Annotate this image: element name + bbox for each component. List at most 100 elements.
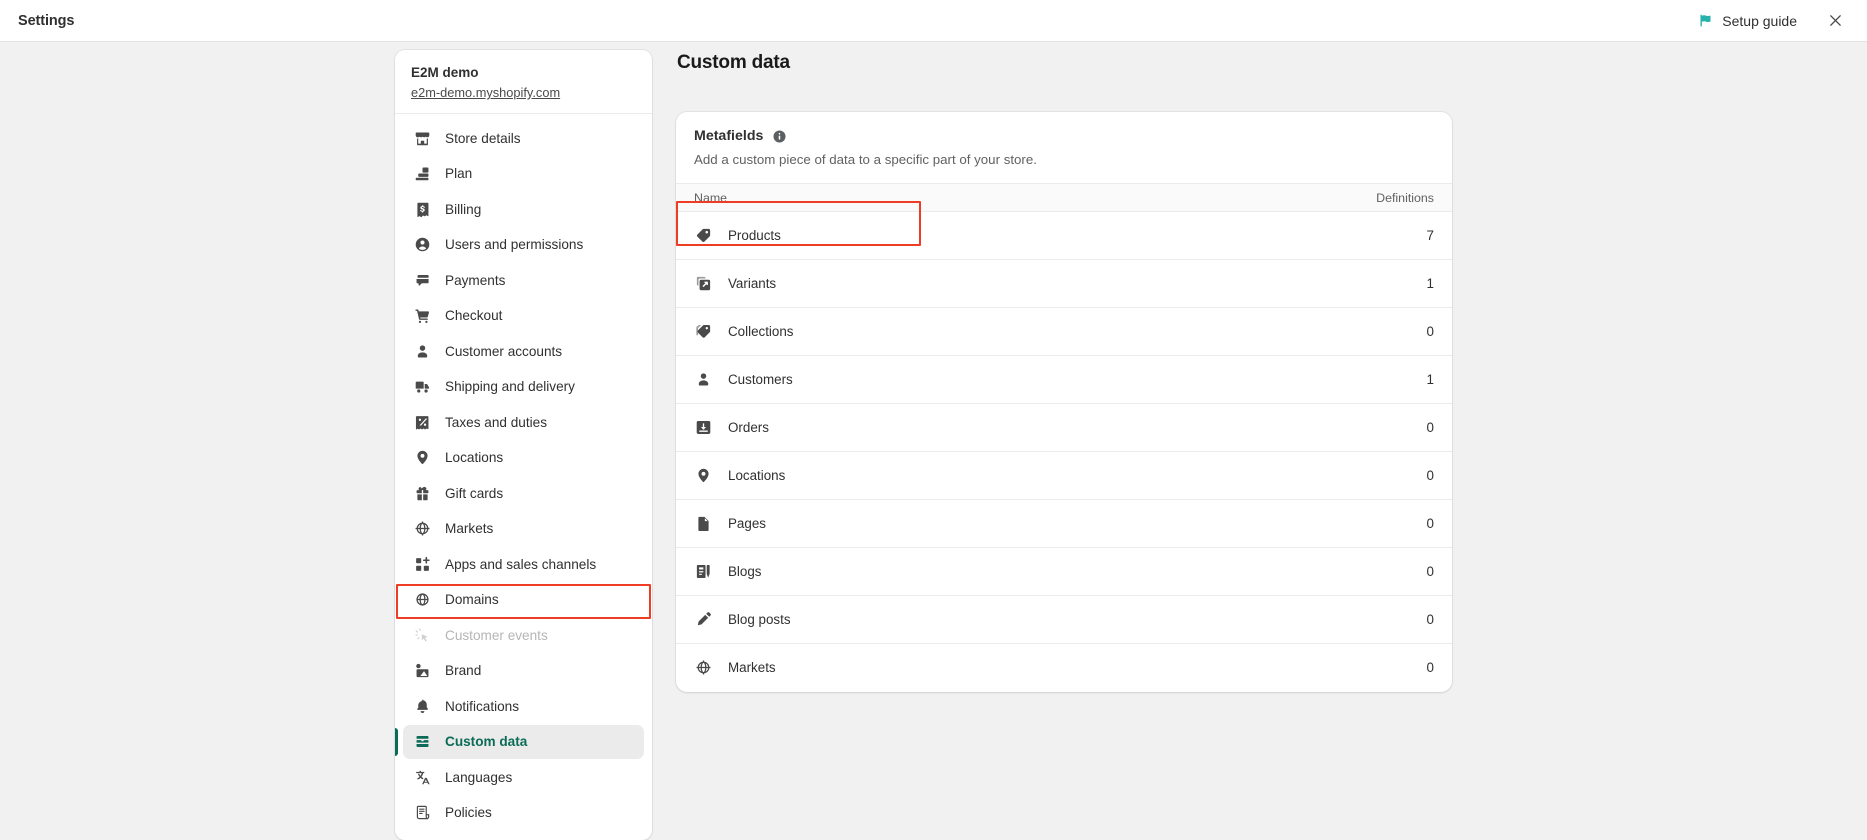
table-row[interactable]: Collections 0 [676,308,1452,356]
plan-icon [413,164,432,183]
row-label: Products [728,228,781,243]
percent-receipt-icon [413,413,432,432]
setup-guide-button[interactable]: Setup guide [1692,9,1803,33]
location-pin-icon [413,448,432,467]
pencil-icon [694,610,713,629]
domain-globe-icon [413,590,432,609]
sidebar-item-store-details[interactable]: Store details [403,121,644,155]
sidebar-item-label: Customer accounts [445,344,562,359]
metafields-title-row: Metafields [694,128,1434,144]
sidebar-item-notifications[interactable]: Notifications [403,689,644,723]
gift-icon [413,484,432,503]
close-button[interactable] [1821,7,1849,35]
sidebar-item-taxes-and-duties[interactable]: Taxes and duties [403,405,644,439]
table-row[interactable]: Markets 0 [676,644,1452,692]
row-label: Variants [728,276,776,291]
sidebar-item-languages[interactable]: Languages [403,760,644,794]
sidebar-item-label: Languages [445,770,512,785]
table-row[interactable]: Customers 1 [676,356,1452,404]
location-pin-icon [694,466,713,485]
sidebar-item-plan[interactable]: Plan [403,157,644,191]
sidebar-item-locations[interactable]: Locations [403,441,644,475]
row-definitions-count: 0 [1332,308,1452,356]
sidebar-item-apps-and-sales-channels[interactable]: Apps and sales channels [403,547,644,581]
page-icon [694,514,713,533]
metafields-subtitle: Add a custom piece of data to a specific… [694,150,1434,169]
flag-icon [1698,13,1713,28]
row-label: Collections [728,324,794,339]
sidebar-item-custom-data[interactable]: Custom data [403,725,644,759]
variant-tags-icon [694,274,713,293]
sidebar-item-label: Custom data [445,734,527,749]
table-row[interactable]: Products 7 [676,212,1452,260]
sidebar-item-customer-accounts[interactable]: Customer accounts [403,334,644,368]
row-label: Orders [728,420,769,435]
blog-icon [694,562,713,581]
row-definitions-count: 1 [1332,356,1452,404]
table-header: Name Definitions [676,184,1452,212]
row-label: Locations [728,468,785,483]
sidebar-item-label: Domains [445,592,499,607]
sidebar-item-markets[interactable]: Markets [403,512,644,546]
row-definitions-count: 0 [1332,452,1452,500]
store-url-link[interactable]: e2m-demo.myshopify.com [411,84,636,101]
sidebar-item-label: Gift cards [445,486,503,501]
app-title: Settings [18,13,74,29]
sidebar-item-label: Markets [445,521,493,536]
tag-icon [694,226,713,245]
sidebar-item-domains[interactable]: Domains [403,583,644,617]
sidebar-item-gift-cards[interactable]: Gift cards [403,476,644,510]
sidebar-item-payments[interactable]: Payments [403,263,644,297]
page-title: Custom data [677,50,1466,76]
top-bar: Settings Setup guide [0,0,1867,42]
translate-icon [413,768,432,787]
store-info-block: E2M demo e2m-demo.myshopify.com [395,50,652,114]
row-definitions-count: 0 [1332,500,1452,548]
metafields-card: Metafields Add a custom piece of data to… [676,112,1452,692]
sidebar-item-users-and-permissions[interactable]: Users and permissions [403,228,644,262]
sidebar-item-label: Store details [445,131,521,146]
sidebar-item-label: Brand [445,663,481,678]
top-bar-actions: Setup guide [1692,7,1849,35]
sidebar-item-shipping-and-delivery[interactable]: Shipping and delivery [403,370,644,404]
sidebar-item-checkout[interactable]: Checkout [403,299,644,333]
billing-icon [413,200,432,219]
sidebar-item-label: Notifications [445,699,519,714]
settings-sidebar: E2M demo e2m-demo.myshopify.com Store de… [395,50,652,840]
close-icon [1827,12,1844,29]
row-definitions-count: 0 [1332,596,1452,644]
store-name: E2M demo [411,63,636,82]
sidebar-item-label: Payments [445,273,505,288]
sidebar-item-customer-events[interactable]: Customer events [403,618,644,652]
custom-data-icon [413,732,432,751]
table-row[interactable]: Pages 0 [676,500,1452,548]
row-definitions-count: 0 [1332,548,1452,596]
info-icon[interactable] [772,129,787,144]
table-row[interactable]: Variants 1 [676,260,1452,308]
person-icon [694,370,713,389]
person-icon [413,342,432,361]
row-definitions-count: 7 [1332,212,1452,260]
collection-icon [694,322,713,341]
row-definitions-count: 1 [1332,260,1452,308]
bell-icon [413,697,432,716]
store-icon [413,129,432,148]
table-row[interactable]: Locations 0 [676,452,1452,500]
table-row[interactable]: Blog posts 0 [676,596,1452,644]
sidebar-item-brand[interactable]: Brand [403,654,644,688]
user-icon [413,235,432,254]
sidebar-item-label: Taxes and duties [445,415,547,430]
settings-page: E2M demo e2m-demo.myshopify.com Store de… [0,42,1867,820]
sidebar-item-label: Users and permissions [445,237,583,252]
sidebar-item-policies[interactable]: Policies [403,796,644,830]
order-inbox-icon [694,418,713,437]
row-definitions-count: 0 [1332,404,1452,452]
row-label: Blog posts [728,612,791,627]
table-row[interactable]: Orders 0 [676,404,1452,452]
setup-guide-label: Setup guide [1722,13,1797,29]
brand-image-icon [413,661,432,680]
column-header-definitions: Definitions [1332,184,1452,212]
sidebar-item-label: Locations [445,450,503,465]
table-row[interactable]: Blogs 0 [676,548,1452,596]
sidebar-item-billing[interactable]: Billing [403,192,644,226]
